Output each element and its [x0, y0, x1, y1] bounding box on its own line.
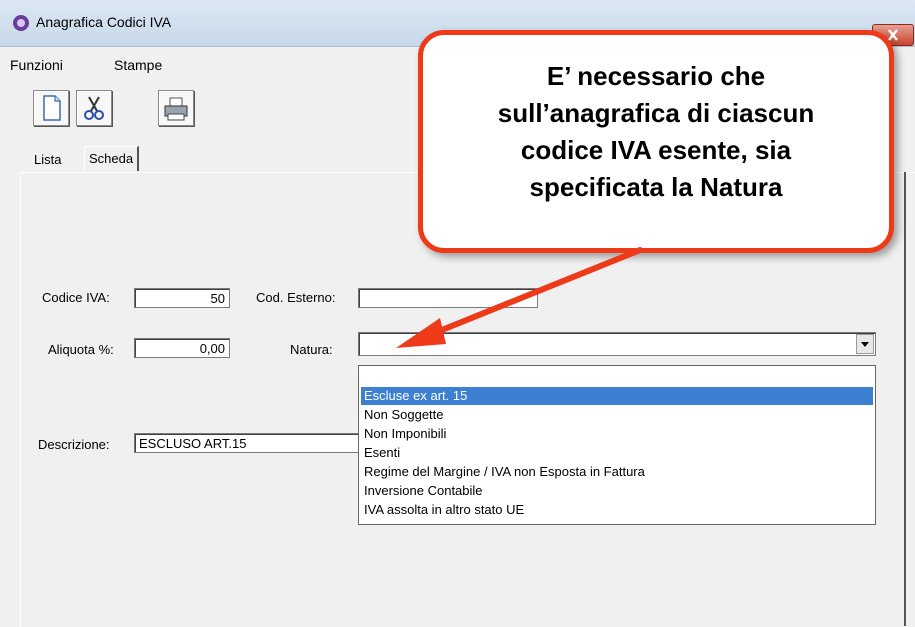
callout-arrow: [396, 247, 643, 348]
